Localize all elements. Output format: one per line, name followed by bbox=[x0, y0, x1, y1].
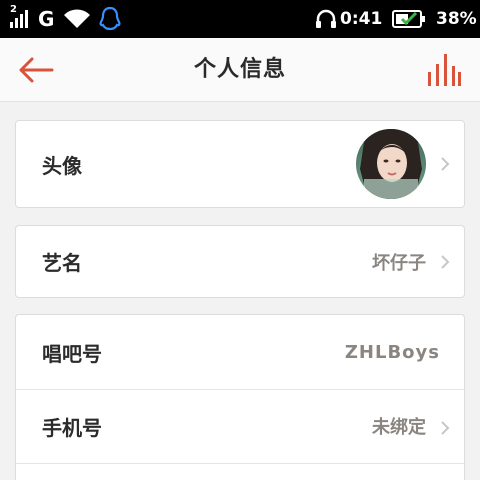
network-type-label: G bbox=[38, 7, 55, 31]
battery-icon bbox=[392, 0, 426, 38]
avatar-label: 头像 bbox=[42, 153, 82, 178]
account-row: 唱吧号 ZHLBoys bbox=[16, 315, 466, 389]
stage-name-row[interactable]: 艺名 坏仔子 bbox=[16, 226, 466, 297]
bar-chart-icon[interactable] bbox=[426, 52, 462, 88]
phone-row[interactable]: 手机号 未绑定 bbox=[16, 390, 466, 462]
page-title: 个人信息 bbox=[193, 57, 286, 82]
stage-name-value: 坏仔子 bbox=[372, 252, 426, 274]
account-value: ZHLBoys bbox=[344, 341, 440, 363]
status-bar: 2 G 0:41 38% bbox=[0, 0, 480, 38]
stage-name-label: 艺名 bbox=[42, 251, 82, 275]
account-label: 唱吧号 bbox=[42, 341, 102, 366]
chevron-right-icon bbox=[441, 255, 450, 269]
avatar-row[interactable]: 头像 bbox=[16, 121, 466, 207]
navigation-bar: 个人信息 bbox=[0, 38, 480, 102]
avatar[interactable] bbox=[356, 129, 426, 199]
qq-icon bbox=[98, 0, 122, 38]
headset-icon bbox=[314, 0, 338, 38]
battery-percent-label: 38% bbox=[436, 9, 477, 29]
phone-value: 未绑定 bbox=[372, 417, 426, 438]
avatar-card: 头像 bbox=[15, 120, 465, 208]
stage-name-card: 艺名 坏仔子 bbox=[15, 225, 465, 298]
chevron-right-icon bbox=[441, 157, 450, 171]
chevron-right-icon bbox=[441, 421, 450, 435]
sim-slot-label: 2 bbox=[10, 3, 17, 15]
phone-label: 手机号 bbox=[42, 415, 102, 440]
account-card: 唱吧号 ZHLBoys 手机号 未绑定 bbox=[15, 314, 466, 480]
wifi-icon bbox=[62, 0, 92, 38]
time-label: 0:41 bbox=[340, 9, 383, 29]
divider bbox=[16, 463, 466, 464]
